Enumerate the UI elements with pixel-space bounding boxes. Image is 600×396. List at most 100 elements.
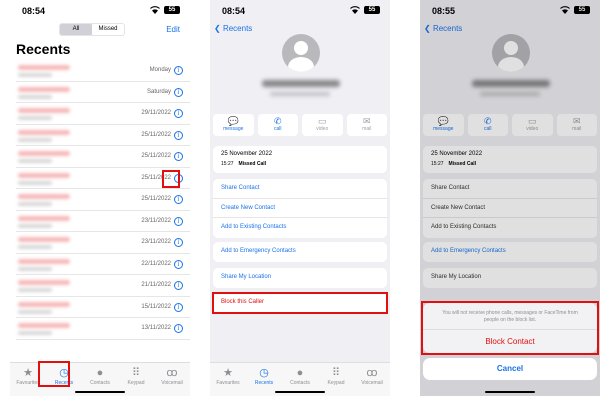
mail-button[interactable]: ✉ mail	[346, 114, 387, 136]
info-icon[interactable]: i	[174, 216, 183, 226]
person-icon: ●	[296, 367, 304, 379]
call-time: 15:27	[221, 161, 234, 167]
share-location-item[interactable]: Share My Location	[213, 268, 387, 288]
list-item[interactable]: 15/11/2022 i	[16, 297, 190, 318]
chevron-left-icon: ❮	[214, 24, 223, 33]
caller-name	[18, 108, 70, 113]
info-icon[interactable]: i	[174, 195, 183, 204]
add-emergency-contacts-item[interactable]: Add to Emergency Contacts	[213, 242, 387, 262]
info-icon[interactable]: i	[174, 109, 183, 118]
caller-type	[18, 159, 52, 163]
info-icon[interactable]: i	[174, 238, 183, 247]
call-date: 23/11/2022	[141, 217, 171, 224]
info-icon[interactable]: i	[174, 130, 183, 140]
tab-label: Favourites	[216, 380, 240, 386]
wifi-icon	[350, 6, 360, 14]
call-date: 23/11/2022	[141, 239, 171, 245]
list-item[interactable]: 29/11/2022 i	[16, 103, 190, 125]
tab-label: Recents	[254, 380, 274, 386]
call-type: Missed Call	[238, 161, 267, 167]
list-item[interactable]: 25/11/2022 i	[16, 189, 190, 211]
call-date: 25/11/2022	[141, 131, 171, 138]
caller-name	[18, 323, 70, 328]
page-title: Recents	[16, 41, 71, 57]
caller-type	[18, 202, 52, 206]
home-indicator	[275, 391, 325, 393]
filter-segmented-control: All Missed	[59, 23, 125, 36]
avatar	[282, 34, 320, 72]
caller-type	[18, 94, 52, 99]
list-item[interactable]: 13/11/2022 i	[16, 318, 190, 340]
action-buttons: 💬 message ✆ call ▭ video ✉ mail	[213, 114, 387, 136]
list-item[interactable]: 22/11/2022 i	[16, 254, 190, 275]
contact-options-card: Share Contact Create New Contact Add to …	[213, 179, 387, 238]
caller-type	[18, 116, 52, 120]
info-icon[interactable]: i	[174, 87, 183, 97]
person-icon: ●	[96, 367, 104, 379]
list-item[interactable]: 25/11/2022 i	[16, 125, 190, 146]
call-date: 21/11/2022	[141, 282, 171, 288]
call-date: 22/11/2022	[141, 260, 171, 267]
call-date: 13/11/2022	[141, 325, 171, 331]
highlight-block-contact	[421, 301, 599, 355]
caller-type	[18, 180, 52, 185]
back-button[interactable]: ❮ Recents	[214, 24, 252, 33]
message-icon: 💬	[227, 116, 239, 126]
info-icon[interactable]: i	[174, 324, 183, 333]
caller-name	[18, 194, 70, 199]
caller-name	[18, 258, 70, 264]
call-details-card: 25 November 2022 15:27 Missed Call	[213, 146, 387, 173]
segment-missed[interactable]: Missed	[92, 24, 124, 35]
action-label: call	[273, 126, 282, 132]
tab-label: Voicemail	[161, 380, 183, 386]
segment-all[interactable]: All	[60, 24, 92, 35]
contact-number-blurred	[262, 80, 340, 87]
tab-label: Contacts	[290, 380, 310, 386]
caller-name	[18, 151, 70, 156]
edit-button[interactable]: Edit	[166, 25, 180, 34]
share-contact-item[interactable]: Share Contact	[213, 179, 387, 199]
cancel-button[interactable]: Cancel	[423, 358, 597, 380]
add-existing-contact-item[interactable]: Add to Existing Contacts	[213, 218, 387, 238]
highlight-recents-tab	[38, 361, 70, 387]
action-label: video	[316, 126, 329, 132]
block-confirm-screen: 08:55 55 ❮ Recents 💬 message ✆ call ▭ video…	[420, 0, 600, 396]
call-date: 25/11/2022	[141, 153, 171, 159]
list-item[interactable]: 23/11/2022 i	[16, 232, 190, 254]
tab-voicemail[interactable]: ꝏ Voicemail	[354, 363, 390, 396]
clock: 08:54	[22, 6, 46, 16]
list-item[interactable]: 21/11/2022 i	[16, 275, 190, 297]
caller-type	[18, 223, 52, 228]
list-item[interactable]: Saturday i	[16, 82, 190, 103]
tab-favourites[interactable]: ★ Favourites	[210, 363, 246, 396]
info-icon[interactable]: i	[174, 259, 183, 269]
highlight-block-caller	[212, 292, 388, 314]
status-bar: 08:54 55	[210, 0, 390, 22]
battery-icon: 55	[364, 6, 380, 14]
voicemail-icon: ꝏ	[166, 367, 178, 379]
phone-icon: ✆	[273, 116, 282, 126]
list-item[interactable]: Monday i	[16, 60, 190, 82]
tab-label: Favourites	[16, 380, 40, 386]
recents-screen: 08:54 55 All Missed Edit Recents Monday i…	[10, 0, 190, 396]
back-label: Recents	[222, 24, 253, 33]
info-icon[interactable]: i	[174, 152, 183, 161]
list-item[interactable]: 25/11/2022 i	[16, 146, 190, 168]
tab-label: Contacts	[90, 380, 110, 386]
info-icon[interactable]: i	[174, 302, 183, 312]
call-date: 15/11/2022	[141, 303, 171, 310]
video-button[interactable]: ▭ video	[302, 114, 343, 136]
caller-name	[18, 215, 70, 221]
message-button[interactable]: 💬 message	[213, 114, 254, 136]
tab-voicemail[interactable]: ꝏ Voicemail	[154, 363, 190, 396]
call-button[interactable]: ✆ call	[257, 114, 298, 136]
caller-type	[18, 73, 52, 77]
call-date: Saturday	[146, 88, 171, 95]
info-icon[interactable]: i	[174, 66, 183, 75]
list-item[interactable]: 23/11/2022 i	[16, 211, 190, 232]
create-new-contact-item[interactable]: Create New Contact	[213, 199, 387, 218]
caller-name	[18, 129, 70, 135]
call-date: 29/11/2022	[141, 110, 171, 116]
tab-label: Keypad	[327, 380, 345, 386]
info-icon[interactable]: i	[174, 281, 183, 290]
